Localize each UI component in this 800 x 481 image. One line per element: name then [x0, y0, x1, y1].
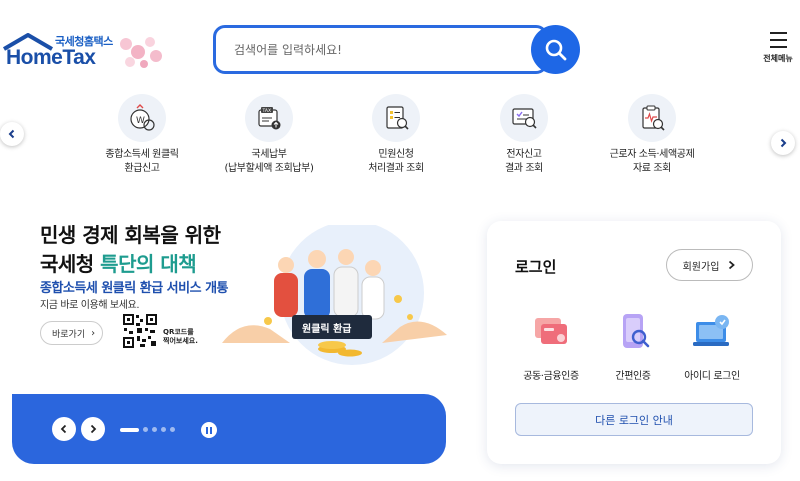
banner-description: 지금 바로 이용해 보세요. [40, 300, 140, 311]
id-login-option[interactable]: 아이디 로그인 [672, 310, 752, 382]
refund-celebration-illustration: 원클릭 환급 [222, 225, 447, 365]
logo-title: HomeTax [6, 46, 96, 69]
quick-menu-item-payment[interactable]: TAX 국세납부 (납부할세액 조회납부) [204, 94, 334, 176]
pause-icon[interactable] [201, 422, 217, 438]
simple-auth-login-option[interactable]: 간편인증 [593, 310, 673, 382]
banner-headline-1: 민생 경제 회복을 위한 [40, 223, 221, 247]
e-filing-result-icon [500, 94, 548, 142]
login-title: 로그인 [515, 258, 557, 276]
refund-sign-label: 원클릭 환급 [302, 322, 351, 335]
tax-payment-icon: TAX [245, 94, 293, 142]
login-option-label: 간편인증 [615, 371, 651, 382]
search-box [213, 25, 548, 74]
simple-auth-icon [623, 314, 650, 348]
svg-text:TAX: TAX [262, 108, 272, 114]
qr-code-icon [122, 313, 158, 349]
slide-dot[interactable] [143, 427, 148, 432]
quick-menu-label: 근로자 소득·세액공제 자료 조회 [609, 149, 695, 174]
other-login-guide-button[interactable]: 다른 로그인 안내 [515, 403, 753, 436]
login-panel: 로그인 회원가입 공동·금융인증 간편인증 아이디 로그인 다른 로그인 안내 [487, 221, 781, 464]
chevron-right-icon [780, 138, 787, 148]
deduction-data-icon [628, 94, 676, 142]
certificate-icon [535, 318, 567, 344]
hamburger-icon [756, 32, 800, 48]
quick-menu-item-efiling[interactable]: 전자신고 결과 조회 [459, 94, 589, 176]
cherry-blossom-icon [120, 37, 162, 68]
login-option-label: 공동·금융인증 [523, 371, 579, 382]
signup-label: 회원가입 [682, 261, 720, 273]
login-option-label: 아이디 로그인 [684, 371, 740, 382]
banner-headline-highlight: 특단의 대책 [100, 252, 197, 276]
chevron-right-icon [729, 260, 736, 270]
certificate-login-option[interactable]: 공동·금융인증 [511, 310, 591, 382]
slide-dot-active[interactable] [120, 427, 139, 432]
quick-menu-next-button[interactable] [771, 131, 795, 155]
search-icon [545, 39, 566, 60]
quick-menu-prev-button[interactable] [0, 122, 24, 146]
quick-menu-label: 민원신청 처리결과 조회 [368, 149, 424, 174]
banner-subtitle: 종합소득세 원클릭 환급 서비스 개통 [40, 281, 229, 296]
slide-dot[interactable] [161, 427, 166, 432]
quick-menu-label: 종합소득세 원클릭 환급신고 [105, 149, 179, 174]
quick-menu-item-civil[interactable]: 민원신청 처리결과 조회 [331, 94, 461, 176]
all-menu-button[interactable]: 전체메뉴 [756, 32, 800, 72]
chevron-left-icon [8, 129, 15, 139]
slide-dot[interactable] [152, 427, 157, 432]
signup-button[interactable]: 회원가입 [666, 249, 753, 281]
banner-headline-2: 국세청 특단의 대책 [40, 248, 197, 277]
hometax-logo[interactable]: 국세청홈택스 HomeTax [0, 30, 170, 74]
quick-menu-label: 국세납부 (납부할세액 조회납부) [224, 149, 314, 174]
slide-dot[interactable] [170, 427, 175, 432]
slide-next-button[interactable] [81, 417, 105, 441]
refund-report-icon: W [118, 94, 166, 142]
quick-menu-item-refund[interactable]: W 종합소득세 원클릭 환급신고 [77, 94, 207, 176]
all-menu-label: 전체메뉴 [763, 54, 793, 63]
quick-menu-item-deduction[interactable]: 근로자 소득·세액공제 자료 조회 [587, 94, 717, 176]
civil-request-icon [372, 94, 420, 142]
banner-headline-prefix: 국세청 [40, 252, 101, 276]
slide-prev-button[interactable] [52, 417, 76, 441]
banner-go-label: 바로가기 [52, 329, 86, 340]
banner-slider-controls [12, 394, 446, 464]
slide-indicator [120, 427, 175, 432]
banner-go-button[interactable]: 바로가기 › [40, 321, 103, 345]
promo-banner[interactable]: 민생 경제 회복을 위한 국세청 특단의 대책 종합소득세 원클릭 환급 서비스… [0, 205, 470, 395]
search-input[interactable] [216, 28, 516, 71]
qr-caption: QR코드를 찍어보세요. [163, 328, 198, 345]
search-button[interactable] [531, 25, 580, 74]
chevron-right-icon [90, 424, 97, 434]
chevron-right-icon: › [91, 327, 96, 339]
id-login-icon [693, 315, 729, 346]
quick-menu-label: 전자신고 결과 조회 [505, 149, 543, 174]
chevron-left-icon [60, 424, 67, 434]
